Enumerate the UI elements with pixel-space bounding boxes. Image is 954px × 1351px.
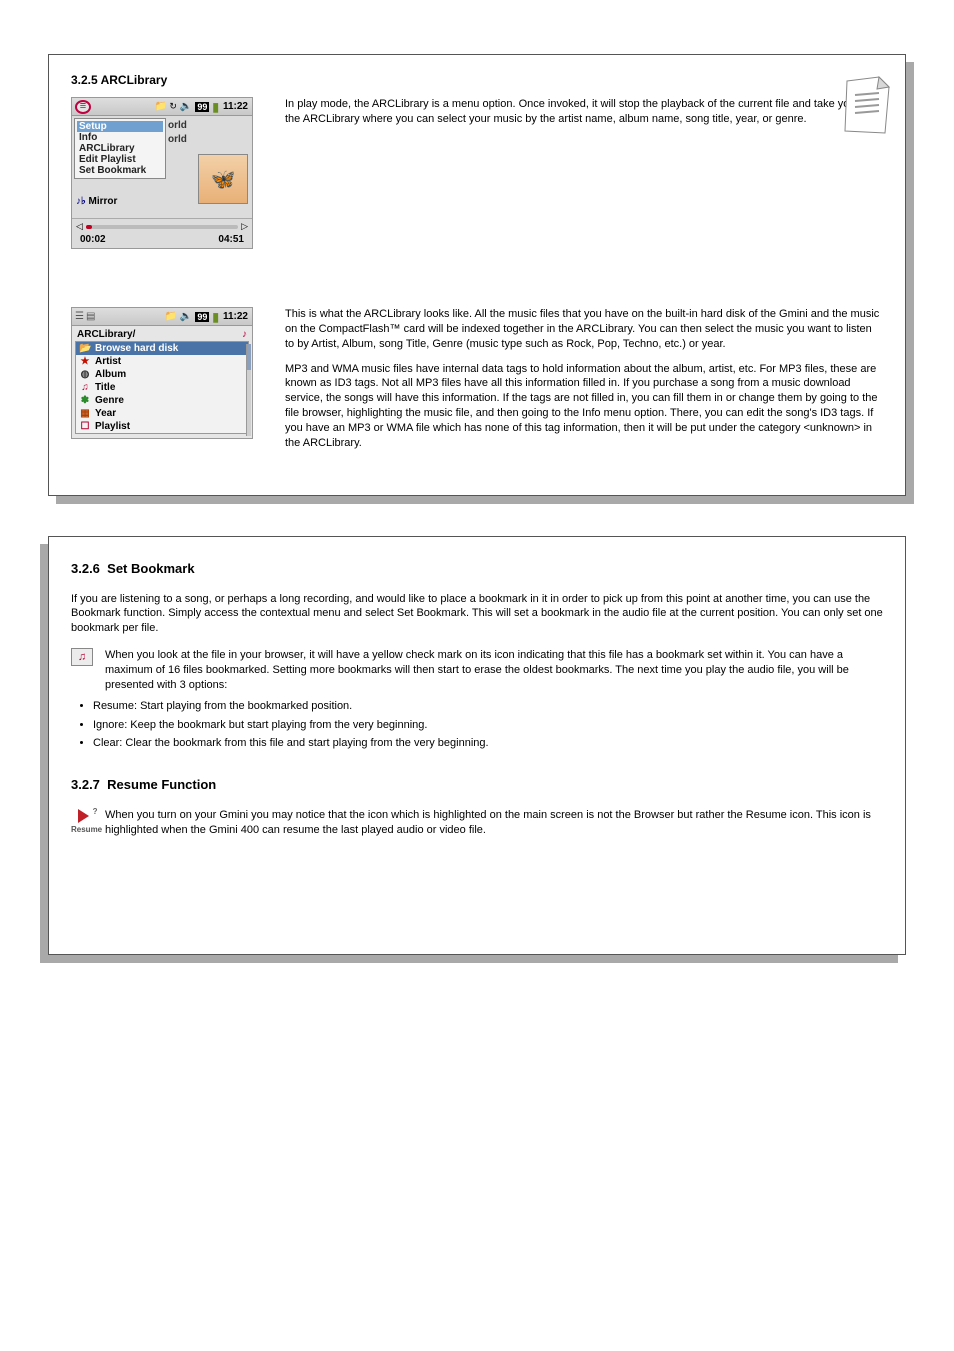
option-arclibrary: ARCLibrary — [77, 143, 163, 154]
bg-track-text-2: orld — [168, 134, 187, 145]
album-art-thumb — [198, 154, 248, 204]
bg-track-text-1: orld — [168, 120, 187, 131]
arc-item-playlist: ☐Playlist — [76, 420, 248, 433]
shuffle-icon: ↻ — [169, 101, 177, 112]
device-options-menu: Setup Info ARCLibrary Edit Playlist Set … — [74, 118, 166, 179]
arclibrary-list: 📂Browse hard disk ★Artist ◍Album ♫Title … — [75, 341, 249, 434]
menu-icon-circled — [75, 100, 91, 114]
option-info: Info — [77, 132, 163, 143]
paragraph-id3-tags: MP3 and WMA music files have internal da… — [285, 362, 883, 451]
panel-icon: ▤ — [86, 311, 95, 322]
paragraph-arclibrary-playmode: In play mode, the ARCLibrary is a menu o… — [267, 97, 883, 249]
progress-bar — [86, 225, 238, 229]
section-heading-resume: 3.2.7 Resume Function — [71, 777, 883, 792]
arc-item-artist: ★Artist — [76, 355, 248, 368]
folder-icon: 📁 — [155, 101, 167, 112]
progress-row: ◁ ▷ — [72, 218, 252, 234]
opt-ignore: Ignore: Keep the bookmark but start play… — [93, 718, 883, 733]
prev-icon: ◁ — [76, 221, 83, 232]
device-arclibrary-screenshot: ☰ ▤ 📁 🔈 99 ▮ 11:22 ARCLibrary/ ♪ 📂Bro — [71, 307, 253, 439]
bookmarked-file-icon: ♫ — [71, 648, 93, 666]
arc-item-album: ◍Album — [76, 368, 248, 381]
music-note-icon-2: ♪ — [242, 329, 247, 340]
opt-clear: Clear: Clear the bookmark from this file… — [93, 736, 883, 751]
paragraph-bookmark-2: When you look at the file in your browse… — [105, 648, 883, 693]
note-icon: ♫ — [79, 382, 91, 393]
bookmark-options-list: Resume: Start playing from the bookmarke… — [93, 699, 883, 752]
paragraph-arclibrary-look: This is what the ARCLibrary looks like. … — [285, 307, 883, 352]
arclibrary-path: ARCLibrary/ — [77, 329, 135, 340]
row-player-options: 📁 ↻ 🔈 99 ▮ 11:22 Setup Info ARCLibrary E… — [71, 97, 883, 249]
battery-level-badge: 99 — [195, 102, 209, 112]
playlist-icon: ☐ — [79, 421, 91, 432]
track-title: Mirror — [89, 196, 118, 207]
manual-page-1: 3.2.5 ARCLibrary 📁 ↻ 🔈 99 ▮ 11:22 — [48, 54, 906, 496]
section-heading-arclibrary: 3.2.5 ARCLibrary — [71, 73, 883, 87]
scrollbar — [246, 344, 251, 436]
opt-resume: Resume: Start playing from the bookmarke… — [93, 699, 883, 714]
arc-item-title: ♫Title — [76, 381, 248, 394]
option-set-bookmark: Set Bookmark — [77, 165, 163, 176]
folder-icon-2: 📁 — [164, 311, 176, 322]
device-statusbar-2: ☰ ▤ 📁 🔈 99 ▮ 11:22 — [72, 308, 252, 326]
resume-row: Resume When you turn on your Gmini you m… — [71, 808, 883, 838]
resume-icon: Resume — [71, 808, 102, 834]
device-statusbar: 📁 ↻ 🔈 99 ▮ 11:22 — [72, 98, 252, 116]
list-icon: ☰ — [75, 311, 84, 322]
battery-level-badge-2: 99 — [195, 312, 209, 322]
bookmark-icon-row: ♫ When you look at the file in your brow… — [71, 648, 883, 693]
folder-open-icon: 📂 — [79, 343, 91, 354]
time-total: 04:51 — [218, 234, 244, 245]
disc-icon: ◍ — [79, 369, 91, 380]
now-playing-row: ♪♭ Mirror — [76, 196, 117, 207]
option-edit-playlist: Edit Playlist — [77, 154, 163, 165]
music-note-icon: ♪♭ — [76, 196, 86, 207]
speaker-icon: 🔈 — [179, 101, 193, 112]
clock-time-2: 11:22 — [222, 311, 249, 322]
device-player-screenshot: 📁 ↻ 🔈 99 ▮ 11:22 Setup Info ARCLibrary E… — [71, 97, 253, 249]
calendar-icon: ▦ — [79, 408, 91, 419]
manual-page-2: 3.2.6 Set Bookmark If you are listening … — [48, 536, 906, 955]
next-icon: ▷ — [241, 221, 248, 232]
speaker-icon-2: 🔈 — [179, 311, 193, 322]
section-heading-set-bookmark: 3.2.6 Set Bookmark — [71, 561, 883, 576]
document-corner-icon — [837, 75, 893, 139]
row-arclibrary-browser: ☰ ▤ 📁 🔈 99 ▮ 11:22 ARCLibrary/ ♪ 📂Bro — [71, 307, 883, 451]
arc-item-year: ▦Year — [76, 407, 248, 420]
genre-icon: ✽ — [79, 395, 91, 406]
paragraph-resume: When you turn on your Gmini you may noti… — [105, 808, 883, 838]
battery-icon-2: ▮ — [211, 310, 220, 324]
option-setup: Setup — [77, 121, 163, 132]
arc-item-browse-hd: 📂Browse hard disk — [76, 342, 248, 355]
clock-time: 11:22 — [222, 101, 249, 112]
time-elapsed: 00:02 — [80, 234, 106, 245]
star-icon: ★ — [79, 356, 91, 367]
arc-item-genre: ✽Genre — [76, 394, 248, 407]
paragraph-bookmark-1: If you are listening to a song, or perha… — [71, 592, 883, 637]
battery-icon: ▮ — [211, 100, 220, 114]
